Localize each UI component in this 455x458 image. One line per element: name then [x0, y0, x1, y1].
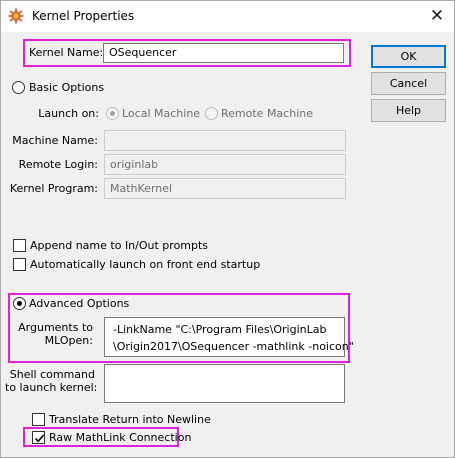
remote-login-field[interactable]: originlab: [104, 154, 346, 175]
window-title: Kernel Properties: [32, 9, 135, 23]
help-button[interactable]: Help: [371, 99, 446, 122]
auto-launch-checkbox[interactable]: [13, 258, 26, 271]
raw-mathlink-label: Raw MathLink Connection: [49, 431, 192, 444]
kernel-program-field[interactable]: MathKernel: [104, 178, 346, 199]
shell-command-label-line1: Shell command: [9, 368, 95, 381]
local-machine-label: Local Machine: [122, 107, 201, 120]
close-icon[interactable]: ✕: [424, 4, 450, 28]
append-name-checkbox[interactable]: [13, 239, 26, 252]
kernel-program-label: Kernel Program:: [9, 182, 98, 195]
machine-name-label: Machine Name:: [12, 134, 98, 147]
translate-return-label: Translate Return into Newline: [49, 413, 211, 426]
raw-mathlink-checkbox[interactable]: [32, 431, 45, 444]
arguments-line2: \Origin2017\OSequencer -mathlink -noicon…: [113, 340, 354, 353]
shell-command-label-line2: to launch kernel:: [5, 381, 98, 394]
kernel-name-field[interactable]: OSequencer: [103, 43, 344, 63]
machine-name-field[interactable]: [104, 130, 346, 151]
basic-options-radio[interactable]: [12, 81, 25, 94]
launch-on-label: Launch on:: [38, 107, 99, 120]
remote-machine-label: Remote Machine: [221, 107, 313, 120]
arguments-line1: -LinkName "C:\Program Files\OriginLab: [113, 323, 327, 336]
kernel-properties-dialog: Kernel Properties ✕ Kernel Name: OSequen…: [0, 0, 455, 458]
auto-launch-label: Automatically launch on front end startu…: [30, 258, 261, 271]
shell-command-field[interactable]: [104, 364, 345, 403]
append-name-label: Append name to In/Out prompts: [30, 239, 209, 252]
starburst-app-icon: [8, 8, 24, 24]
ok-button[interactable]: OK: [371, 45, 446, 68]
title-bar[interactable]: Kernel Properties ✕: [1, 1, 454, 32]
arguments-label-line1: Arguments to: [18, 321, 93, 334]
checkmark-icon: [34, 434, 45, 443]
advanced-options-label: Advanced Options: [29, 297, 130, 310]
translate-return-checkbox[interactable]: [32, 413, 45, 426]
kernel-name-label: Kernel Name:: [29, 46, 104, 59]
cancel-button[interactable]: Cancel: [371, 72, 446, 95]
local-machine-radio[interactable]: [106, 107, 119, 120]
basic-options-label: Basic Options: [29, 81, 105, 94]
remote-login-label: Remote Login:: [18, 158, 98, 171]
arguments-text: -LinkName "C:\Program Files\OriginLab \O…: [113, 321, 354, 355]
arguments-label-line2: MLOpen:: [44, 334, 93, 347]
advanced-options-radio[interactable]: [13, 297, 26, 310]
remote-machine-radio[interactable]: [205, 107, 218, 120]
